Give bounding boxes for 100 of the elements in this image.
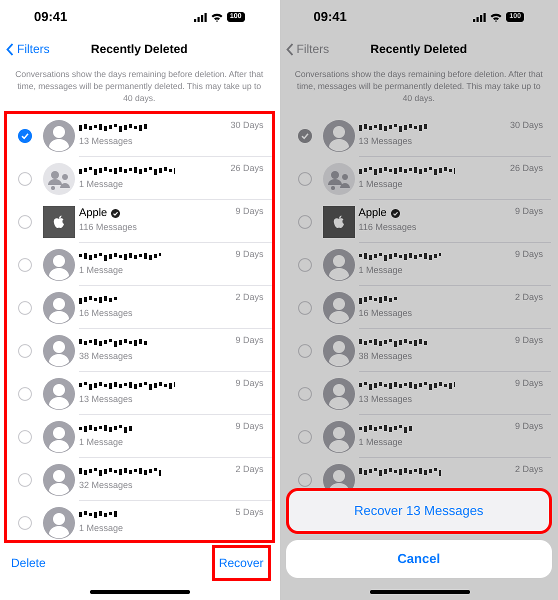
days-remaining: 26 Days [230,162,264,175]
signal-icon [473,12,486,22]
person-avatar-icon [43,506,75,538]
checkbox-icon[interactable] [18,214,32,228]
checkbox-icon[interactable] [18,258,32,272]
person-avatar-icon [322,334,354,366]
group-avatar-icon [43,162,75,194]
checkbox-icon[interactable] [18,472,32,486]
days-remaining: 9 Days [514,334,543,347]
checkbox-icon[interactable] [298,172,312,186]
person-avatar-icon [322,378,354,410]
message-count: 38 Messages [358,350,414,362]
checkbox-icon[interactable] [18,430,32,444]
message-count: 16 Messages [79,307,134,319]
days-remaining: 9 Days [514,205,543,218]
days-remaining: 2 Days [514,463,543,476]
status-time: 09:41 [34,8,68,26]
days-remaining: 9 Days [235,205,264,218]
recover-messages-button[interactable]: Recover 13 Messages [286,488,552,534]
days-remaining: 9 Days [514,248,543,261]
redacted-name-drawing [79,509,119,519]
days-remaining: 2 Days [235,463,264,476]
person-avatar-icon [322,120,354,152]
wifi-icon [490,12,502,22]
sender-name: Apple [358,206,387,221]
days-remaining: 5 Days [235,506,264,519]
person-avatar-icon [322,292,354,324]
checkbox-icon[interactable] [18,300,32,314]
message-count: 1 Message [79,178,124,190]
checkbox-checked-icon[interactable] [18,128,32,142]
checkbox-icon[interactable] [298,472,312,486]
person-avatar-icon [322,420,354,452]
checkbox-icon[interactable] [18,386,32,400]
message-count: 1 Message [79,264,124,276]
message-count: 1 Message [79,436,124,448]
back-button[interactable]: Filters [6,40,50,58]
checkbox-icon[interactable] [298,430,312,444]
apple-logo-icon [332,214,344,228]
person-avatar-icon [43,248,75,280]
message-count: 1 Message [358,178,404,190]
message-count: 1 Message [79,522,124,534]
redacted-name-drawing [358,423,412,433]
message-count: 16 Messages [358,307,414,319]
days-remaining: 9 Days [235,334,264,347]
message-count: 116 Messages [79,221,138,233]
person-avatar-icon [322,248,354,280]
days-remaining: 26 Days [510,162,543,175]
message-count: 1 Message [358,436,404,448]
wifi-icon [210,12,223,22]
days-remaining: 9 Days [514,420,543,433]
checkbox-icon[interactable] [298,386,312,400]
days-remaining: 9 Days [235,377,264,390]
info-text: Conversations show the days remaining before deletion. After that time, messages will be permanently deleted. This may take up to 40 days. [294,68,544,104]
checkbox-checked-icon[interactable] [298,128,312,142]
message-count: 1 Message [358,264,404,276]
person-avatar-icon [43,334,75,366]
message-count: 13 Messages [79,393,134,405]
group-avatar-icon [322,162,354,194]
message-count: 13 Messages [79,135,134,147]
redacted-name-drawing [79,337,147,347]
days-remaining: 9 Days [235,420,264,433]
days-remaining: 30 Days [230,119,264,132]
verified-badge-icon [111,208,120,218]
back-button[interactable]: Filters [286,40,330,58]
message-count: 13 Messages [358,135,414,147]
checkbox-icon[interactable] [298,344,312,358]
checkbox-icon[interactable] [18,172,32,186]
checkbox-icon[interactable] [298,258,312,272]
screen-title: Recently Deleted [370,41,468,58]
info-text: Conversations show the days remaining before deletion. After that time, messages will be permanently deleted. This may take up to 40 days. [14,68,264,104]
days-remaining: 9 Days [514,377,543,390]
chevron-left-icon [286,42,294,56]
checkbox-icon[interactable] [18,344,32,358]
checkbox-icon[interactable] [298,300,312,314]
redacted-name-drawing [79,294,119,304]
sender-name: Apple [79,206,108,221]
screen-title: Recently Deleted [90,41,188,58]
message-count: 116 Messages [358,221,418,233]
person-avatar-icon [43,464,75,496]
redacted-name-drawing [79,122,147,132]
message-count: 38 Messages [79,350,134,362]
cancel-button[interactable]: Cancel [286,540,552,578]
status-time: 09:41 [314,8,347,26]
checkbox-icon[interactable] [18,516,32,530]
person-avatar-icon [43,420,75,452]
signal-icon [194,12,207,22]
apple-logo-icon [53,214,65,228]
days-remaining: 2 Days [235,291,264,304]
recover-button[interactable]: Recover [212,545,270,581]
delete-button[interactable]: Delete [8,554,49,572]
redacted-name-drawing [358,294,398,304]
person-avatar-icon [43,292,75,324]
chevron-left-icon [6,42,14,56]
person-avatar-icon [43,378,75,410]
days-remaining: 30 Days [510,119,543,132]
redacted-name-drawing [79,423,133,433]
checkbox-icon[interactable] [298,214,312,228]
message-count: 32 Messages [79,479,134,491]
redacted-name-drawing [358,337,426,347]
redacted-name-drawing [358,122,426,132]
